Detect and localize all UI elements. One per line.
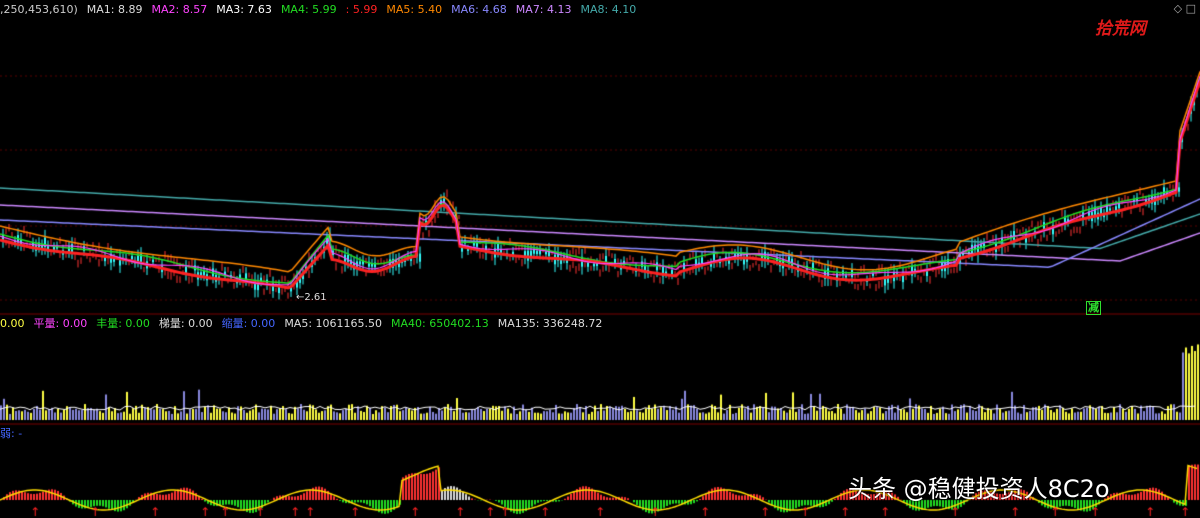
stock-chart-canvas[interactable]	[0, 0, 1200, 518]
volume-legend-item-7: MA135: 336248.72	[497, 317, 603, 330]
volume-legend-item-5: MA5: 1061165.50	[284, 317, 383, 330]
volume-legend-item-4: 缩量: 0.00	[221, 317, 276, 330]
price-legend-item-6: MA5: 5.40	[386, 3, 443, 16]
price-legend-item-2: MA2: 8.57	[151, 3, 208, 16]
volume-legend-item-6: MA40: 650402.13	[391, 317, 489, 330]
price-legend-item-9: MA8: 4.10	[580, 3, 637, 16]
author-credit-watermark: 头条 @稳健投资人8C2o	[848, 475, 1110, 503]
volume-legend-item-1: 平量: 0.00	[33, 317, 88, 330]
low-price-marker: ←2.61	[296, 292, 327, 303]
volume-legend: 0.00 平量: 0.00 丰量: 0.00 梯量: 0.00 缩量: 0.00 MA5:…	[0, 316, 611, 332]
price-legend-item-0: ,250,453,610)	[0, 3, 78, 16]
panel-window-controls[interactable]: ◇ □	[1174, 2, 1196, 15]
volume-legend-item-0: 0.00	[0, 317, 25, 330]
price-legend-item-5: : 5.99	[345, 3, 378, 16]
price-legend-item-3: MA3: 7.63	[216, 3, 272, 16]
price-ma-legend: ,250,453,610) MA1: 8.89 MA2: 8.57 MA3: 7.63…	[0, 2, 645, 18]
price-legend-item-7: MA6: 4.68	[451, 3, 507, 16]
volume-legend-item-2: 丰量: 0.00	[96, 317, 150, 330]
site-logo: 拾荒网	[1095, 19, 1146, 39]
indicator-legend: 弱: -	[0, 426, 31, 442]
volume-legend-item-3: 梯量: 0.00	[158, 317, 213, 330]
low-price-value: 2.61	[304, 292, 327, 303]
reduce-signal-tag: 减	[1086, 301, 1101, 315]
indicator-legend-item-0: 弱: -	[0, 427, 23, 440]
price-legend-item-4: MA4: 5.99	[280, 3, 337, 16]
price-legend-item-1: MA1: 8.89	[86, 3, 143, 16]
price-legend-item-8: MA7: 4.13	[515, 3, 572, 16]
